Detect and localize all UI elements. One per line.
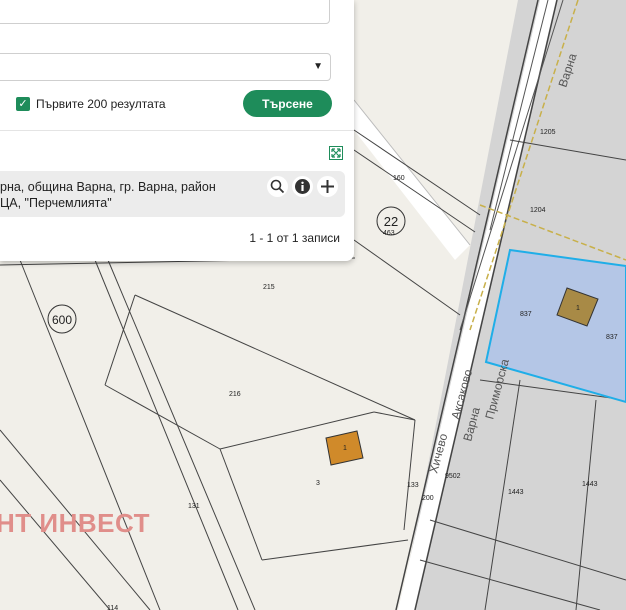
result-address-line2: ЦА, "Перчемлията" bbox=[0, 196, 112, 210]
svg-text:463: 463 bbox=[383, 230, 395, 237]
building-label: 1 bbox=[343, 445, 347, 452]
svg-text:837: 837 bbox=[606, 334, 618, 341]
limit-checkbox-row[interactable]: ✓ Първите 200 резултата bbox=[16, 95, 166, 113]
checkbox-checked-icon[interactable]: ✓ bbox=[16, 97, 30, 111]
pagination-info: 1 - 1 от 1 записи bbox=[249, 231, 340, 245]
svg-text:1204: 1204 bbox=[530, 207, 546, 214]
watermark-text: НТ ИНВЕСТ bbox=[0, 508, 150, 538]
expand-icon[interactable] bbox=[329, 146, 343, 160]
badge-22-label: 22 bbox=[384, 214, 398, 229]
svg-text:216: 216 bbox=[229, 391, 241, 398]
svg-text:133: 133 bbox=[407, 482, 419, 489]
search-button[interactable]: Търсене bbox=[243, 90, 332, 117]
svg-text:131: 131 bbox=[188, 503, 200, 510]
svg-text:200: 200 bbox=[422, 495, 434, 502]
result-item[interactable]: рна, община Варна, гр. Варна, район ЦА, … bbox=[0, 171, 345, 217]
svg-text:3: 3 bbox=[316, 480, 320, 487]
svg-text:1205: 1205 bbox=[540, 129, 556, 136]
svg-text:114: 114 bbox=[107, 605, 118, 610]
category-select[interactable]: ▼ bbox=[0, 53, 331, 81]
building-label: 1 bbox=[576, 305, 580, 312]
add-icon[interactable] bbox=[317, 176, 338, 197]
result-address-line1: рна, община Варна, гр. Варна, район bbox=[0, 180, 216, 194]
badge-600-label: 600 bbox=[52, 313, 72, 327]
search-panel: ▼ ✓ Първите 200 резултата Търсене рна, о… bbox=[0, 0, 354, 261]
svg-text:837: 837 bbox=[520, 311, 532, 318]
panel-divider bbox=[0, 130, 354, 131]
svg-text:1443: 1443 bbox=[582, 481, 598, 488]
zoom-search-icon[interactable] bbox=[267, 176, 288, 197]
result-address[interactable]: рна, община Варна, гр. Варна, район ЦА, … bbox=[0, 179, 255, 211]
svg-text:1443: 1443 bbox=[508, 489, 524, 496]
badge-600: 600 bbox=[47, 304, 77, 334]
svg-text:215: 215 bbox=[263, 284, 275, 291]
svg-text:160: 160 bbox=[393, 175, 405, 182]
dropdown-arrow-icon[interactable]: ▼ bbox=[313, 62, 323, 72]
info-icon[interactable] bbox=[292, 176, 313, 197]
svg-text:9502: 9502 bbox=[445, 473, 461, 480]
limit-checkbox-label[interactable]: Първите 200 резултата bbox=[36, 97, 166, 111]
search-input[interactable] bbox=[0, 0, 330, 24]
